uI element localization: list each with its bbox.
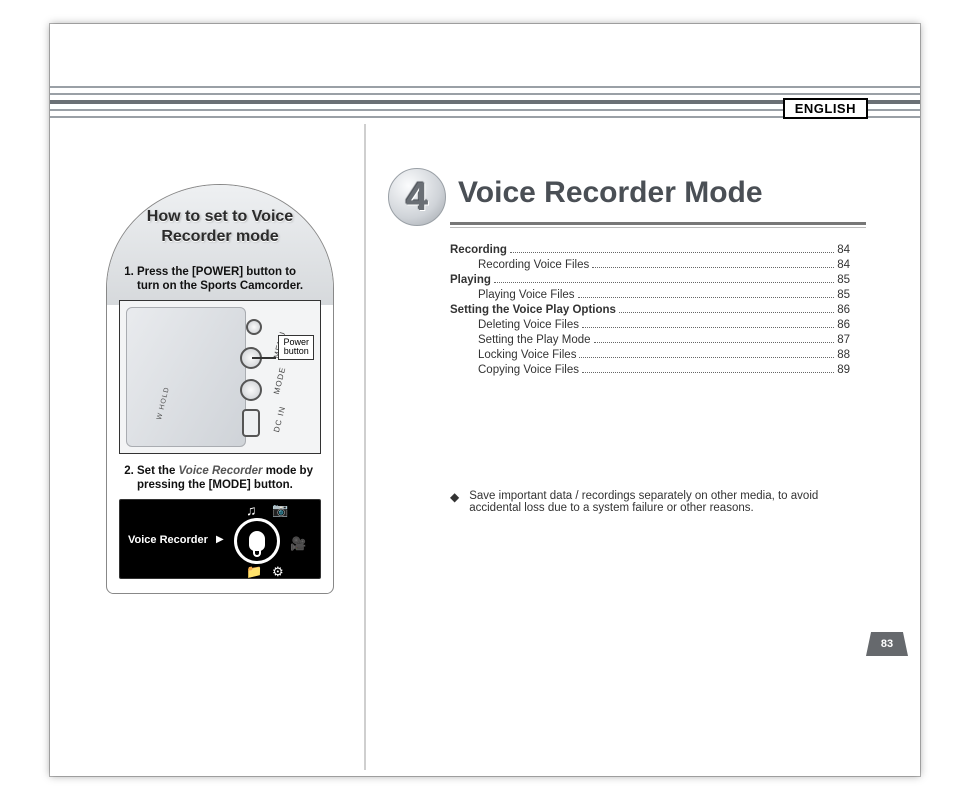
microphone-icon [234,518,280,564]
callout-steps-2: Set the Voice Recorder mode by pressing … [119,464,321,493]
chapter-number-badge: 4 [388,168,446,226]
toc-page: 89 [837,364,850,376]
toc-leader-dots [510,252,834,253]
toc-leader-dots [582,372,834,373]
chapter-underline [450,222,866,225]
howto-callout: How to set to Voice Recorder mode Press … [106,184,334,594]
toc-row: Copying Voice Files 89 [450,364,850,376]
gear-icon: ⚙ [272,564,284,580]
column-gutter [364,124,366,770]
toc-row: Playing 85 [450,274,850,286]
toc-title: Recording [450,244,507,256]
table-of-contents: Recording 84 Recording Voice Files 84 Playin… [450,244,850,379]
callout-steps: Press the [POWER] button to turn on the … [119,265,321,294]
toc-title: Playing [450,274,491,286]
toc-title: Deleting Voice Files [478,319,579,331]
toc-row: Setting the Play Mode 87 [450,334,850,346]
toc-page: 86 [837,304,850,316]
toc-row: Setting the Voice Play Options 86 [450,304,850,316]
power-button-label: Power button [278,335,314,360]
toc-page: 85 [837,289,850,301]
footnote-text: Save important data / recordings separat… [469,490,858,514]
device-mode-button [240,379,262,401]
toc-page: 86 [837,319,850,331]
folder-icon: 📁 [246,564,262,580]
toc-title: Recording Voice Files [478,259,589,271]
toc-leader-dots [579,357,834,358]
chapter-number: 4 [406,175,428,220]
toc-leader-dots [578,297,835,298]
mode-selector-diagram: ♫ 📷 🎥 📁 ⚙ Voice Recorder ▶ [119,499,321,579]
camera-icon: 📷 [272,502,288,518]
device-mode-label: MODE [272,366,288,395]
callout-step-2: Set the Voice Recorder mode by pressing … [137,464,321,493]
toc-page: 87 [837,334,850,346]
power-leader-line [252,357,276,359]
toc-title: Setting the Voice Play Options [450,304,616,316]
language-tag: ENGLISH [783,98,868,119]
footnote: ◆ Save important data / recordings separ… [450,490,858,514]
device-dcin-label: DC IN [272,405,287,433]
toc-title: Locking Voice Files [478,349,576,361]
toc-title: Playing Voice Files [478,289,575,301]
toc-title: Setting the Play Mode [478,334,591,346]
toc-row: Locking Voice Files 88 [450,349,850,361]
toc-leader-dots [619,312,834,313]
music-icon: ♫ [246,502,257,518]
mode-selector-arrow-icon: ▶ [216,534,224,545]
callout-step-1: Press the [POWER] button to turn on the … [137,265,321,294]
page-number-tab: 83 [866,632,908,656]
device-small-button [246,319,262,335]
device-diagram: W HOLD MENU MODE DC IN Power button [119,300,321,454]
toc-leader-dots [592,267,834,268]
toc-leader-dots [594,342,835,343]
page-number: 83 [881,638,893,650]
toc-row: Recording Voice Files 84 [450,259,850,271]
device-dc-port [242,409,260,437]
toc-page: 88 [837,349,850,361]
video-icon: 🎥 [290,536,306,552]
toc-leader-dots [494,282,834,283]
toc-row: Deleting Voice Files 86 [450,319,850,331]
toc-page: 85 [837,274,850,286]
toc-row: Recording 84 [450,244,850,256]
toc-page: 84 [837,259,850,271]
callout-heading: How to set to Voice Recorder mode [119,203,321,257]
toc-leader-dots [582,327,834,328]
toc-title: Copying Voice Files [478,364,579,376]
toc-row: Playing Voice Files 85 [450,289,850,301]
toc-page: 84 [837,244,850,256]
chapter-title: Voice Recorder Mode [458,176,763,210]
mode-selector-label: Voice Recorder [128,534,208,546]
diamond-bullet-icon: ◆ [450,491,459,514]
